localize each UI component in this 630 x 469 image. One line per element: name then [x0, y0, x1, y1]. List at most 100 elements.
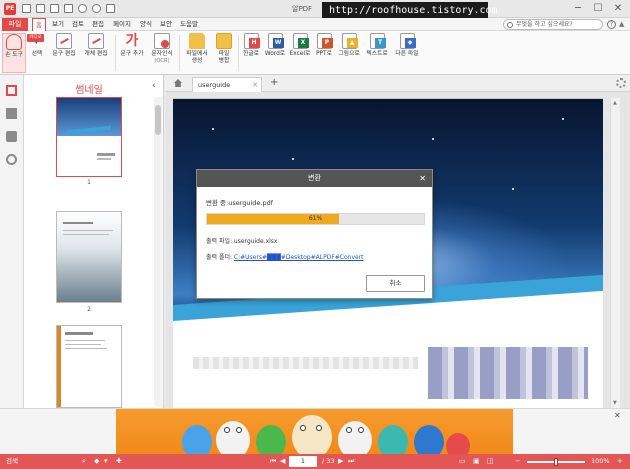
output-folder-link[interactable]: C:#Users#███#Desktop#ALPDF#Convert: [234, 254, 364, 261]
next-result-icon[interactable]: ▾: [104, 457, 108, 466]
convert-other-button[interactable]: ◆ 다른 파일: [392, 33, 422, 73]
menu-review[interactable]: 검토: [70, 18, 86, 31]
thumbnail-panel: 썸네일 ‹ 1 2: [24, 75, 164, 408]
zoom-in-icon[interactable]: +: [617, 457, 623, 466]
dialog-title: 변환: [197, 170, 432, 187]
undo-icon[interactable]: [78, 4, 87, 13]
thumbnail-scrollbar[interactable]: [154, 97, 162, 407]
output-file-name: userguide.xlsx: [233, 238, 278, 245]
fit-page-icon[interactable]: ▣: [473, 457, 480, 466]
url-watermark: http://roofhouse.tistory.com: [322, 2, 498, 19]
document-scrollbar[interactable]: ▲ ▼: [610, 98, 620, 408]
redo-icon[interactable]: [92, 4, 101, 13]
new-tab-button[interactable]: +: [270, 77, 278, 89]
ad-close-icon[interactable]: ✕: [614, 411, 621, 420]
menu-view[interactable]: 보기: [50, 18, 66, 31]
menu-edit[interactable]: 편집: [90, 18, 106, 31]
hand-tool-button[interactable]: 손 도구: [2, 33, 26, 73]
object-edit-button[interactable]: 개체 편집: [80, 33, 112, 73]
ribbon-separator: [179, 35, 180, 71]
convert-other-label: 다른 파일: [395, 51, 419, 57]
save-icon[interactable]: [36, 4, 45, 13]
dialog-close-icon[interactable]: ✕: [419, 170, 426, 187]
first-page-icon[interactable]: ⏮: [270, 457, 276, 466]
menu-security[interactable]: 보안: [158, 18, 174, 31]
print-icon[interactable]: [50, 4, 59, 13]
last-page-icon[interactable]: ⏭: [348, 457, 354, 466]
create-from-file-button[interactable]: 파일에서 생성: [182, 33, 212, 73]
home-icon[interactable]: [174, 79, 182, 87]
open-icon[interactable]: [22, 4, 31, 13]
convert-image-label: 그림으로: [338, 51, 360, 57]
merge-files-button[interactable]: 파일 병합: [212, 33, 236, 73]
ad-character: [256, 425, 286, 455]
add-text-button[interactable]: 가 문구 추가: [117, 33, 147, 73]
word-icon: W: [267, 33, 284, 49]
prev-page-icon[interactable]: ◀: [280, 457, 285, 466]
merge-label-2: 병합: [218, 58, 230, 64]
convert-word-button[interactable]: W Word로: [263, 33, 287, 73]
tab-close-icon[interactable]: ✕: [252, 78, 258, 92]
ribbon-separator: [115, 35, 116, 71]
ocr-button[interactable]: 문자인식 (OCR): [148, 33, 176, 73]
close-button[interactable]: ✕: [608, 1, 628, 16]
convert-ppt-button[interactable]: P PPT로: [313, 33, 335, 73]
hwp-icon: H: [243, 33, 260, 49]
text-file-icon: T: [369, 33, 386, 49]
email-icon[interactable]: [64, 4, 73, 13]
page-number-input[interactable]: 1: [289, 456, 317, 467]
prev-result-icon[interactable]: ◆: [94, 457, 99, 466]
convert-text-button[interactable]: T 텍스트로: [363, 33, 391, 73]
ribbon-collapse-icon[interactable]: ▲: [619, 20, 624, 28]
two-page-view-icon[interactable]: ◫: [487, 457, 494, 466]
quick-access-dropdown-icon[interactable]: [106, 4, 115, 13]
settings-icon[interactable]: [616, 78, 626, 88]
cancel-button[interactable]: 취소: [366, 275, 425, 292]
bookmarks-panel-icon[interactable]: [6, 108, 17, 119]
ad-character: [446, 433, 470, 455]
single-page-view-icon[interactable]: ▭: [459, 457, 466, 466]
ocr-sub-label: (OCR): [154, 58, 170, 64]
minimize-button[interactable]: ─: [568, 1, 588, 16]
convert-image-button[interactable]: ▲ 그림으로: [336, 33, 362, 73]
thumbnail-page-1[interactable]: [56, 97, 122, 177]
search-input[interactable]: 무엇을 하고 싶으세요?: [503, 19, 603, 30]
cover-logo-redacted: [428, 347, 588, 399]
convert-ppt-label: PPT로: [316, 51, 332, 57]
thumbnails-panel-icon[interactable]: [6, 85, 17, 96]
document-tab[interactable]: userguide ✕: [192, 77, 262, 92]
scrollbar-thumb[interactable]: [155, 105, 161, 135]
help-icon[interactable]: ?: [607, 20, 616, 29]
ad-character: [292, 415, 332, 455]
zoom-slider-knob[interactable]: [554, 458, 558, 466]
text-edit-label: 문구 편집: [52, 51, 76, 57]
scroll-up-icon[interactable]: ▲: [613, 100, 617, 106]
collapse-panel-icon[interactable]: ‹: [152, 81, 156, 91]
menu-home[interactable]: 홈: [32, 18, 46, 31]
ad-banner[interactable]: [116, 409, 513, 455]
status-search-label[interactable]: 검색: [6, 456, 18, 467]
maximize-button[interactable]: ☐: [588, 1, 608, 16]
zoom-out-icon[interactable]: −: [515, 457, 521, 466]
zoom-search-icon[interactable]: ⌕: [82, 457, 86, 466]
thumbnail-page-3[interactable]: [56, 325, 122, 408]
ad-character: [216, 421, 250, 455]
search-panel-icon[interactable]: [6, 154, 17, 165]
next-page-icon[interactable]: ▶: [338, 457, 343, 466]
merge-icon: [216, 33, 232, 49]
menu-page[interactable]: 페이지: [110, 18, 134, 31]
zoom-slider[interactable]: [527, 458, 585, 466]
convert-hwp-button[interactable]: H 한글로: [240, 33, 262, 73]
text-edit-button[interactable]: 문구 편집: [49, 33, 79, 73]
thumbnail-page-2[interactable]: [56, 211, 122, 303]
convert-excel-button[interactable]: X Excel로: [288, 33, 312, 73]
comments-panel-icon[interactable]: [6, 131, 17, 142]
convert-word-label: Word로: [264, 51, 286, 57]
menu-help[interactable]: 도움말: [178, 18, 200, 31]
output-file-label: 출력 파일:: [206, 238, 234, 245]
add-icon[interactable]: ✚: [116, 457, 122, 466]
object-edit-icon: [88, 33, 104, 49]
menu-file[interactable]: 파일: [2, 18, 28, 31]
menu-form[interactable]: 양식: [138, 18, 154, 31]
scroll-down-icon[interactable]: ▼: [613, 400, 617, 406]
